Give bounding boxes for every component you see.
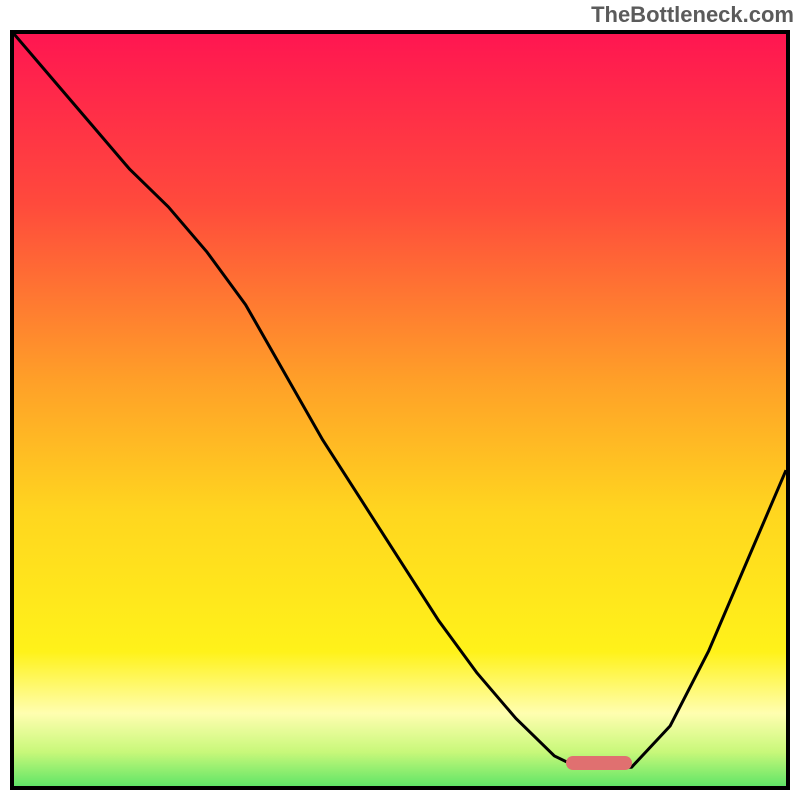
chart-container: TheBottleneck.com	[0, 0, 800, 800]
bottleneck-curve	[14, 34, 786, 786]
watermark-text: TheBottleneck.com	[591, 2, 794, 28]
chart-plot-area	[10, 30, 790, 790]
optimum-marker	[566, 756, 632, 770]
